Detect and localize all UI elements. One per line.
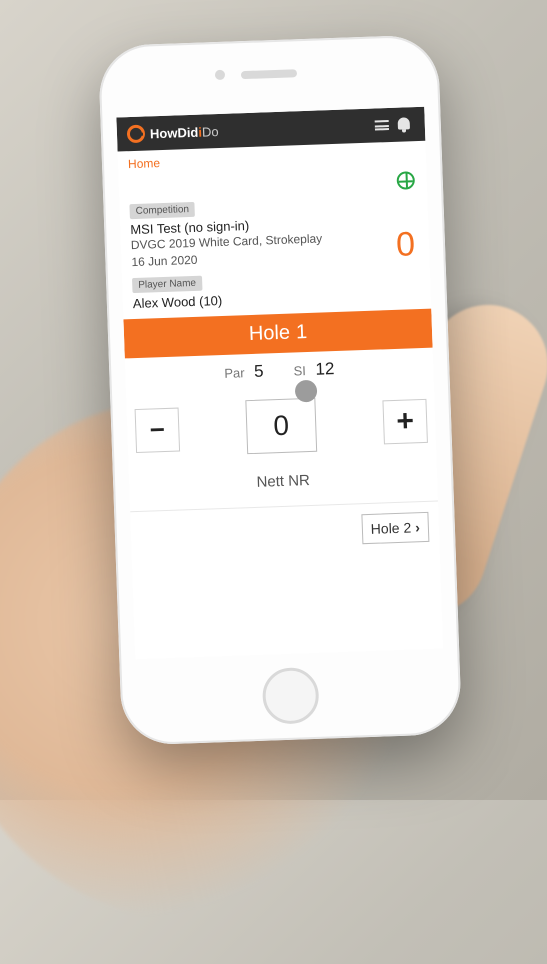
hamburger-icon [375, 120, 389, 130]
decrement-button[interactable]: − [135, 407, 181, 453]
next-hole-label: Hole 2 [370, 519, 411, 536]
score-value: 0 [245, 397, 317, 453]
menu-button[interactable] [371, 117, 394, 134]
nav-row: Hole 2 › [130, 501, 440, 562]
hole-label: Hole [248, 321, 290, 344]
brand-part-a: HowDid [150, 124, 199, 141]
brand-icon [127, 125, 146, 144]
chevron-right-icon: › [415, 519, 420, 535]
bell-icon [398, 117, 410, 129]
par-label: Par [224, 365, 245, 381]
si-label: SI [293, 363, 306, 378]
competition-section: Competition MSI Test (no sign-in) DVGC 2… [119, 193, 431, 319]
app-screen: HowDidiDo Home Competition MSI Test (no … [116, 107, 443, 659]
globe-icon[interactable] [396, 171, 415, 190]
phone-home-button[interactable] [262, 667, 320, 725]
hole-number: 1 [296, 321, 308, 343]
next-hole-button[interactable]: Hole 2 › [361, 511, 429, 543]
total-score: 0 [395, 227, 419, 262]
par-value: 5 [254, 361, 264, 380]
si-value: 12 [315, 359, 335, 379]
phone-camera [215, 70, 225, 80]
phone-speaker [241, 69, 297, 79]
brand-text: HowDidiDo [150, 123, 219, 140]
competition-badge: Competition [129, 202, 195, 219]
brand-part-do: Do [202, 123, 219, 139]
player-badge: Player Name [132, 275, 202, 292]
score-row: − 0 + [126, 379, 436, 466]
brand-logo[interactable]: HowDidiDo [127, 117, 371, 144]
increment-button[interactable]: + [382, 398, 428, 444]
notifications-button[interactable] [393, 116, 416, 133]
phone-frame: HowDidiDo Home Competition MSI Test (no … [98, 34, 462, 745]
